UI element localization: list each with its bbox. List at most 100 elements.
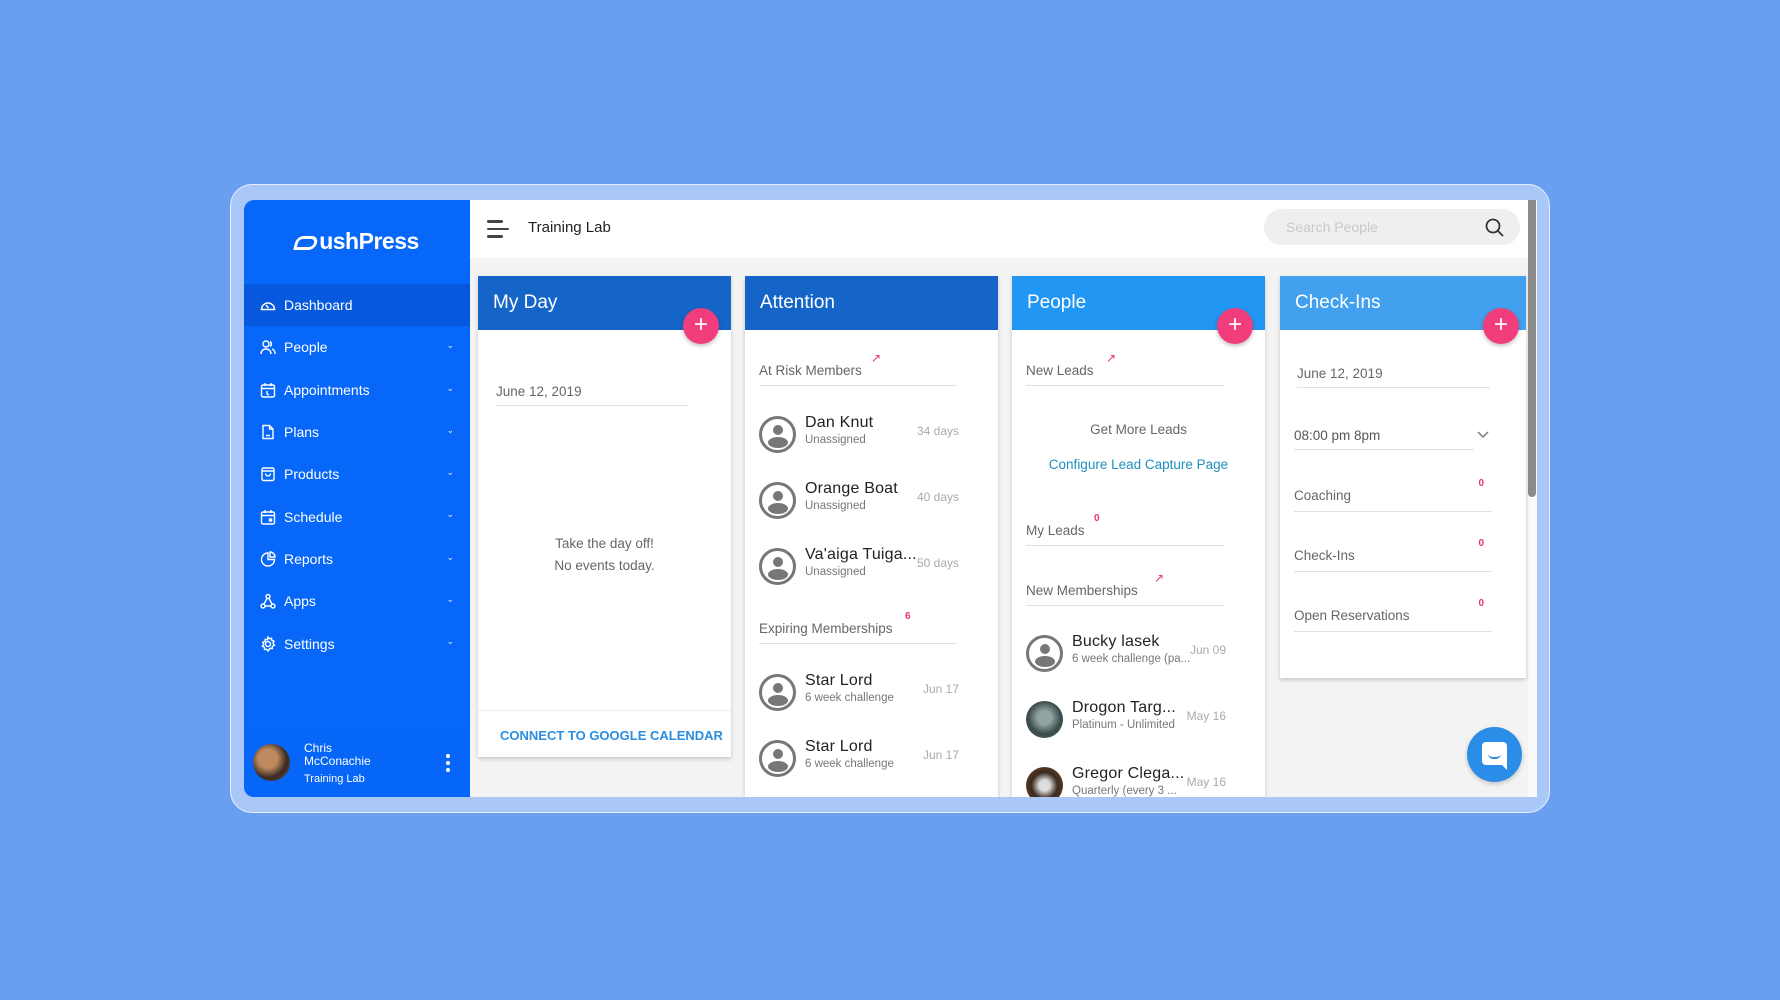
member-sub: 6 week challenge	[805, 692, 894, 704]
list-item[interactable]: Orange Boat Unassigned 40 days	[759, 478, 959, 528]
list-item[interactable]: Star Lord 6 week challenge Jun 17	[759, 670, 959, 720]
member-meta: 34 days	[916, 424, 959, 438]
logo[interactable]: ushPress	[244, 200, 470, 282]
apps-network-icon	[260, 593, 276, 609]
gear-icon	[260, 635, 276, 652]
sidebar-item-appointments[interactable]: Appointments ⌄	[244, 369, 470, 411]
user-avatar	[253, 744, 290, 781]
sidebar-item-label: Dashboard	[284, 297, 353, 314]
member-name: Orange Boat	[805, 480, 898, 497]
add-person-button[interactable]: +	[1217, 308, 1253, 344]
user-last-name: McConachie	[304, 754, 371, 768]
member-sub: Platinum - Unlimited	[1072, 719, 1175, 731]
logo-text: ushPress	[319, 227, 419, 254]
time-select-value: 08:00 pm 8pm	[1294, 428, 1381, 443]
user-profile[interactable]: Chris McConachie Training Lab	[244, 727, 470, 797]
card-title: People	[1027, 292, 1087, 313]
stat-label: Coaching	[1294, 488, 1352, 503]
default-avatar-icon	[759, 482, 796, 519]
at-risk-members-title[interactable]: At Risk Members ↗	[759, 351, 957, 386]
people-header: People +	[1012, 276, 1265, 344]
stat-count: 0	[1478, 538, 1484, 549]
sidebar-item-settings[interactable]: Settings ⌄	[244, 622, 470, 664]
sidebar-item-products[interactable]: Products ⌄	[244, 453, 470, 495]
sidebar-item-reports[interactable]: Reports ⌄	[244, 538, 470, 580]
trend-arrow-icon: ↗	[871, 351, 882, 365]
card-title: Check-Ins	[1295, 292, 1381, 313]
default-avatar-icon	[759, 674, 796, 711]
add-checkin-button[interactable]: +	[1483, 308, 1519, 344]
checkins-date[interactable]: June 12, 2019	[1297, 366, 1490, 388]
stat-open-reservations[interactable]: Open Reservations 0	[1294, 598, 1492, 632]
configure-lead-capture-link[interactable]: Configure Lead Capture Page	[1012, 457, 1265, 472]
chat-support-button[interactable]	[1467, 727, 1522, 782]
my-day-card: My Day + June 12, 2019 Take the day off!…	[478, 276, 731, 757]
page-scrollbar[interactable]	[1528, 200, 1537, 797]
pie-chart-icon	[260, 551, 276, 567]
trend-arrow-icon: ↗	[1154, 571, 1165, 585]
list-item[interactable]: Dan Knut Unassigned 34 days	[759, 412, 959, 462]
member-meta: Jun 17	[922, 682, 959, 696]
people-card: People + New Leads ↗ Get More Leads Conf…	[1012, 276, 1265, 797]
member-meta: Jun 17	[922, 748, 959, 762]
page-title: Training Lab	[528, 219, 611, 236]
sidebar-item-plans[interactable]: Plans ⌄	[244, 411, 470, 453]
sidebar-item-apps[interactable]: Apps ⌄	[244, 580, 470, 622]
sidebar-item-schedule[interactable]: Schedule ⌄	[244, 495, 470, 537]
sidebar-item-dashboard[interactable]: Dashboard	[244, 284, 470, 327]
chevron-down-icon: ⌄	[446, 594, 454, 605]
member-name: Bucky lasek	[1072, 633, 1160, 650]
empty-line-1: Take the day off!	[555, 536, 654, 551]
member-sub: 6 week challenge	[805, 758, 894, 770]
sidebar-item-label: Reports	[284, 550, 334, 567]
stat-checkins[interactable]: Check-Ins 0	[1294, 538, 1492, 572]
chevron-down-icon: ⌄	[446, 424, 454, 435]
member-name: Dan Knut	[805, 414, 874, 431]
list-item[interactable]: Va'aiga Tuiga... Unassigned 50 days	[759, 544, 959, 594]
scrollbar-thumb[interactable]	[1528, 200, 1536, 497]
hamburger-menu-icon[interactable]	[487, 220, 509, 243]
app-window: ushPress Dashboard People ⌄ Appointments…	[244, 200, 1537, 797]
divider	[478, 710, 731, 711]
member-name: Star Lord	[805, 672, 873, 689]
my-leads-title[interactable]: My Leads 0	[1026, 513, 1224, 546]
sidebar-item-people[interactable]: People ⌄	[244, 326, 470, 368]
sidebar-item-label: Appointments	[284, 381, 370, 398]
expiring-count-badge: 6	[905, 611, 911, 622]
chevron-down-icon: ⌄	[446, 467, 454, 478]
more-vertical-icon[interactable]	[446, 754, 450, 772]
sidebar-item-label: People	[284, 339, 328, 356]
connect-google-calendar-button[interactable]: CONNECT TO GOOGLE CALENDAR	[500, 728, 723, 743]
member-name: Star Lord	[805, 738, 873, 755]
section-label: My Leads	[1026, 523, 1085, 538]
list-item[interactable]: Drogon Targ... Platinum - Unlimited May …	[1026, 697, 1226, 747]
new-memberships-title[interactable]: New Memberships ↗	[1026, 571, 1224, 606]
my-day-date[interactable]: June 12, 2019	[496, 384, 688, 406]
stat-coaching[interactable]: Coaching 0	[1294, 478, 1492, 512]
sidebar-item-label: Schedule	[284, 508, 343, 525]
new-leads-title[interactable]: New Leads ↗	[1026, 351, 1224, 386]
stat-count: 0	[1478, 478, 1484, 489]
people-icon	[260, 339, 276, 355]
chevron-down-icon: ⌄	[446, 382, 454, 393]
chevron-down-icon: ⌄	[446, 340, 454, 351]
list-item[interactable]: Gregor Clega... Quarterly (every 3 ... M…	[1026, 763, 1226, 797]
attention-card: Attention At Risk Members ↗ Dan Knut Una…	[745, 276, 998, 797]
get-more-leads-text: Get More Leads	[1090, 422, 1187, 437]
card-title: My Day	[493, 292, 558, 313]
default-avatar-icon	[759, 740, 796, 777]
chevron-down-icon[interactable]	[1476, 426, 1490, 444]
stat-count: 0	[1478, 598, 1484, 609]
section-label: At Risk Members	[759, 363, 862, 378]
search-icon[interactable]	[1485, 218, 1504, 242]
expiring-memberships-title[interactable]: Expiring Memberships 6	[759, 611, 957, 644]
time-select[interactable]: 08:00 pm 8pm	[1294, 428, 1474, 450]
list-item[interactable]: Bucky lasek 6 week challenge (pa... Jun …	[1026, 631, 1226, 681]
add-event-button[interactable]: +	[683, 308, 719, 344]
chevron-down-icon: ⌄	[446, 509, 454, 520]
search-input[interactable]	[1286, 209, 1466, 245]
list-item[interactable]: Star Lord 6 week challenge Jun 17	[759, 736, 959, 786]
empty-line-2: No events today.	[554, 558, 655, 573]
dashboard-gauge-icon	[260, 297, 276, 313]
pushpress-logo-icon	[293, 236, 320, 250]
